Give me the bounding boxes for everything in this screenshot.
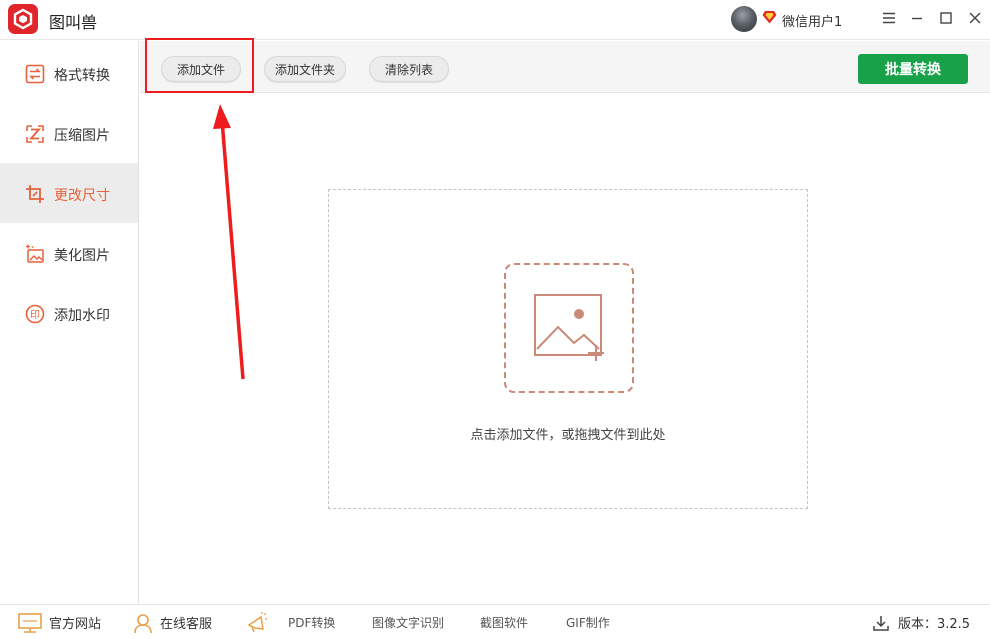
sidebar-item-label: 添加水印 <box>54 308 110 324</box>
menu-icon[interactable] <box>878 7 900 29</box>
sidebar-item-label: 更改尺寸 <box>54 188 110 204</box>
download-icon <box>872 614 890 632</box>
close-icon[interactable] <box>964 7 986 29</box>
online-service-label: 在线客服 <box>160 617 213 632</box>
batch-convert-button[interactable]: 批量转换 <box>858 54 968 84</box>
sidebar-item-label: 格式转换 <box>54 68 110 84</box>
sidebar-item-format-convert[interactable]: 格式转换 <box>0 43 138 103</box>
highlight-annotation <box>145 38 254 93</box>
promo-icon[interactable] <box>246 605 268 639</box>
pdf-convert-link[interactable]: PDF转换 <box>288 614 335 631</box>
sidebar-item-label: 压缩图片 <box>54 128 110 144</box>
add-folder-button[interactable]: 添加文件夹 <box>264 56 346 82</box>
headset-icon <box>132 612 154 634</box>
ocr-link[interactable]: 图像文字识别 <box>372 614 444 631</box>
title-bar: 图叫兽 微信用户1 <box>0 0 990 40</box>
online-service-link[interactable]: 在线客服 <box>132 605 212 639</box>
sidebar-item-beautify[interactable]: 美化图片 <box>0 223 138 283</box>
screenshot-software-link[interactable]: 截图软件 <box>480 614 528 631</box>
gif-maker-link[interactable]: GIF制作 <box>566 614 610 631</box>
toolbar: 添加文件 添加文件夹 清除列表 批量转换 <box>140 38 990 93</box>
user-avatar[interactable] <box>731 6 757 32</box>
maximize-icon[interactable] <box>935 7 957 29</box>
app-title: 图叫兽 <box>49 13 98 32</box>
diamond-icon <box>762 11 777 24</box>
svg-text:印: 印 <box>30 309 40 321</box>
user-name[interactable]: 微信用户1 <box>782 11 842 30</box>
app-logo-icon <box>8 4 38 34</box>
version-label: 版本：3.2.5 <box>898 617 971 632</box>
sidebar-item-resize[interactable]: 更改尺寸 <box>0 163 138 223</box>
image-add-icon <box>504 263 634 393</box>
compress-icon <box>26 125 44 143</box>
arrow-annotation <box>213 104 245 380</box>
official-site-label: 官方网站 <box>49 617 102 632</box>
monitor-icon <box>17 612 43 634</box>
minimize-icon[interactable] <box>906 7 928 29</box>
version-info[interactable]: 版本：3.2.5 <box>872 605 970 639</box>
convert-icon <box>25 64 45 84</box>
footer-bar: 官方网站 在线客服 PDF转换 图像文字识别 截图软件 GIF制作 版本：3.2… <box>0 604 990 639</box>
resize-icon <box>26 185 44 203</box>
clear-list-button[interactable]: 清除列表 <box>369 56 449 82</box>
dropzone-hint: 点击添加文件，或拖拽文件到此处 <box>470 428 666 443</box>
official-site-link[interactable]: 官方网站 <box>17 605 101 639</box>
file-dropzone[interactable]: 点击添加文件，或拖拽文件到此处 <box>328 189 808 509</box>
watermark-icon: 印 <box>25 304 45 324</box>
beautify-icon <box>26 244 44 263</box>
sidebar: 格式转换 压缩图片 更改尺寸 美化图片 印 添加水印 <box>0 41 139 604</box>
sidebar-item-compress[interactable]: 压缩图片 <box>0 103 138 163</box>
sidebar-item-label: 美化图片 <box>54 248 110 264</box>
sidebar-item-watermark[interactable]: 印 添加水印 <box>0 283 138 343</box>
